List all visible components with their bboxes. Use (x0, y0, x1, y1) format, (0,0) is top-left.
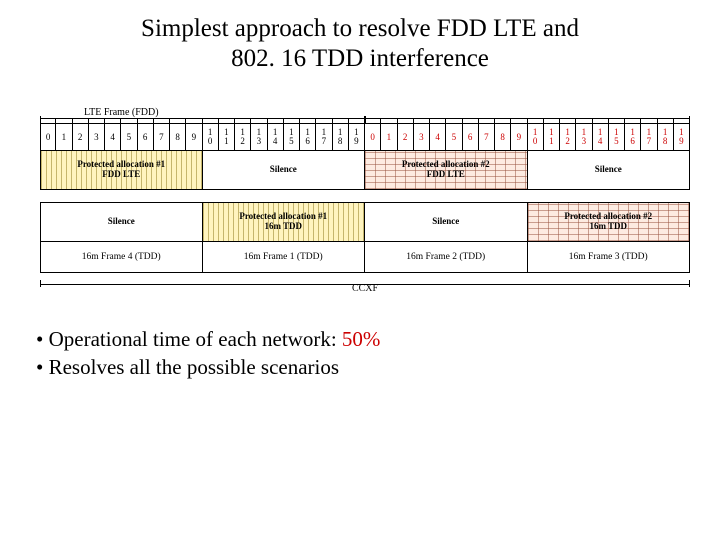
allocation-cell: Protected allocation #1 16m TDD (203, 203, 366, 241)
timing-diagram: LTE Frame (FDD) 012345678910111213141516… (40, 101, 690, 297)
subframe-cell: 5 (121, 124, 137, 150)
allocation-cell: Silence (365, 203, 528, 241)
subframe-cell: 6 (138, 124, 154, 150)
subframe-cell: 12 (560, 124, 576, 150)
subframe-cell: 15 (609, 124, 625, 150)
subframe-cell: 16 (625, 124, 641, 150)
subframe-cell: 6 (463, 124, 479, 150)
slide-title: Simplest approach to resolve FDD LTE and… (30, 14, 690, 73)
subframe-cell: 10 (528, 124, 544, 150)
subframe-cell: 1 (381, 124, 397, 150)
subframe-cell: 2 (73, 124, 89, 150)
subframe-cell: 13 (576, 124, 592, 150)
subframe-cell: 3 (89, 124, 105, 150)
subframe-cell: 3 (414, 124, 430, 150)
title-line1: Simplest approach to resolve FDD LTE and (141, 15, 579, 42)
subframe-cell: 0 (365, 124, 381, 150)
subframe-cell: 18 (333, 124, 349, 150)
subframe-cell: 4 (430, 124, 446, 150)
lte-frame-label: LTE Frame (FDD) (40, 107, 203, 118)
bullet-2: Resolves all the possible scenarios (36, 353, 690, 381)
frame-label-cell: 16m Frame 2 (TDD) (365, 242, 528, 272)
allocation-cell: Protected allocation #2 16m TDD (528, 203, 691, 241)
subframe-number-row: 0123456789101112131415161718190123456789… (40, 123, 690, 151)
subframe-cell: 16 (300, 124, 316, 150)
allocation-cell: Protected allocation #1 FDD LTE (40, 151, 203, 189)
subframe-cell: 7 (479, 124, 495, 150)
subframe-cell: 4 (105, 124, 121, 150)
subframe-cell: 11 (544, 124, 560, 150)
subframe-cell: 0 (40, 124, 56, 150)
tdd-allocation-row: SilenceProtected allocation #1 16m TDDSi… (40, 202, 690, 242)
subframe-cell: 8 (495, 124, 511, 150)
allocation-cell: Protected allocation #2 FDD LTE (365, 151, 528, 189)
subframe-cell: 19 (349, 124, 365, 150)
subframe-cell: 5 (446, 124, 462, 150)
subframe-cell: 7 (154, 124, 170, 150)
allocation-cell: Silence (203, 151, 366, 189)
ccxf-bracket: CCXF (40, 273, 690, 297)
frame-label-cell: 16m Frame 1 (TDD) (203, 242, 366, 272)
frame-label-cell: 16m Frame 4 (TDD) (40, 242, 203, 272)
subframe-cell: 13 (251, 124, 267, 150)
fdd-allocation-row: Protected allocation #1 FDD LTESilencePr… (40, 151, 690, 190)
subframe-cell: 11 (219, 124, 235, 150)
tdd-frame-label-row: 16m Frame 4 (TDD)16m Frame 1 (TDD)16m Fr… (40, 242, 690, 273)
subframe-cell: 17 (316, 124, 332, 150)
lte-frame-bracket: LTE Frame (FDD) (40, 101, 690, 123)
subframe-cell: 15 (284, 124, 300, 150)
gap (40, 190, 690, 202)
subframe-cell: 18 (658, 124, 674, 150)
ccxf-label: CCXF (40, 283, 690, 294)
subframe-cell: 8 (170, 124, 186, 150)
bullet-1-percent: 50% (342, 327, 381, 351)
subframe-cell: 14 (268, 124, 284, 150)
subframe-cell: 9 (186, 124, 202, 150)
subframe-cell: 9 (511, 124, 527, 150)
allocation-cell: Silence (528, 151, 691, 189)
bullet-1-text: Operational time of each network: (49, 327, 342, 351)
subframe-cell: 12 (235, 124, 251, 150)
bullet-list: Operational time of each network: 50% Re… (30, 325, 690, 382)
frame-label-cell: 16m Frame 3 (TDD) (528, 242, 691, 272)
subframe-cell: 10 (203, 124, 219, 150)
allocation-cell: Silence (40, 203, 203, 241)
subframe-cell: 17 (641, 124, 657, 150)
subframe-cell: 2 (398, 124, 414, 150)
subframe-cell: 14 (593, 124, 609, 150)
title-line2: 802. 16 TDD interference (231, 45, 489, 72)
bullet-1: Operational time of each network: 50% (36, 325, 690, 353)
subframe-cell: 19 (674, 124, 690, 150)
subframe-cell: 1 (56, 124, 72, 150)
